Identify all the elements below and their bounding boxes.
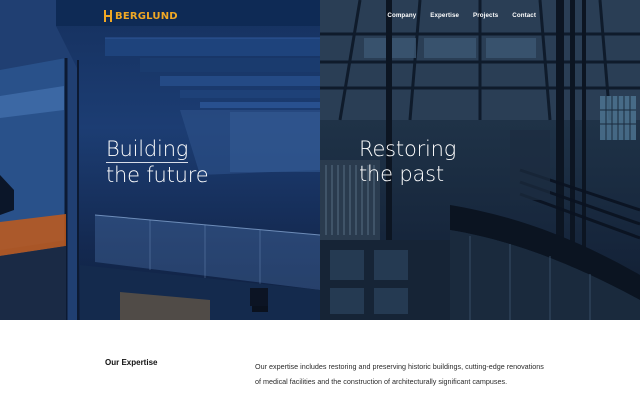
nav-backdrop (56, 0, 320, 26)
hero-headline-building[interactable]: Building the future (106, 137, 209, 188)
expertise-section: Our Expertise Our expertise includes res… (0, 320, 640, 412)
hero: Building the future Restoring the past B… (0, 0, 640, 320)
hero-headline-restoring[interactable]: Restoring the past (359, 137, 456, 187)
headline-restoring-line1: Restoring (359, 137, 457, 161)
brand-logo[interactable]: BERGLUND (104, 9, 178, 23)
headline-building-line2: the future (106, 163, 209, 187)
berglund-logo-icon (104, 10, 112, 22)
nav-links: Company Expertise Projects Contact (387, 12, 536, 19)
headline-building-line1: Building (106, 137, 189, 163)
nav-link-expertise[interactable]: Expertise (430, 12, 459, 19)
headline-restoring-line2: the past (359, 162, 444, 186)
nav-link-contact[interactable]: Contact (512, 12, 536, 19)
expertise-description: Our expertise includes restoring and pre… (255, 362, 544, 386)
nav-link-company[interactable]: Company (387, 12, 416, 19)
top-navigation: BERGLUND Company Expertise Projects Cont… (0, 0, 640, 34)
nav-link-projects[interactable]: Projects (473, 12, 498, 19)
brand-name: BERGLUND (115, 10, 178, 22)
expertise-title: Our Expertise (105, 358, 158, 367)
